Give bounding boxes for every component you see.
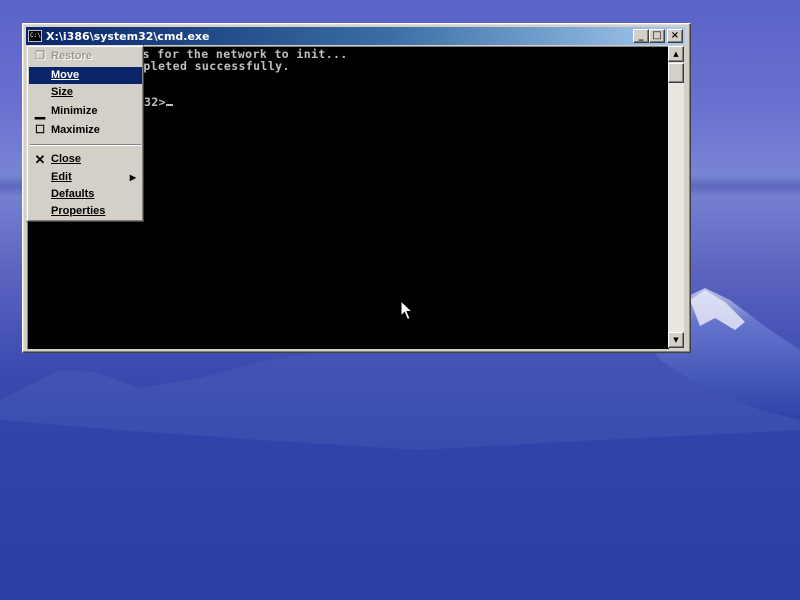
menu-item-restore-label: Restore (51, 50, 92, 62)
window-controls: _ □ × (633, 29, 683, 43)
console-prompt-text: 32> (144, 95, 166, 109)
menu-item-edit-label: Edit (51, 171, 72, 183)
menu-separator (30, 144, 141, 146)
menu-item-size-label: Size (51, 86, 74, 98)
menu-item-move[interactable]: Move (29, 67, 142, 84)
scroll-up-button[interactable]: ▲ (668, 46, 684, 62)
close-icon: ✕ (34, 152, 46, 167)
maximize-button[interactable]: □ (649, 29, 665, 43)
menu-item-maximize[interactable]: ☐ Maximize (29, 122, 142, 139)
vertical-scrollbar[interactable]: ▲ ▼ (668, 46, 684, 348)
console-line-2: mpleted successfully. (136, 59, 290, 73)
menu-item-close-label: Close (51, 153, 81, 165)
scroll-down-button[interactable]: ▼ (668, 332, 684, 348)
mouse-pointer-icon (400, 300, 414, 321)
menu-item-edit[interactable]: Edit ▶ (29, 169, 142, 186)
minimize-button[interactable]: _ (633, 29, 649, 43)
console-prompt: 32> (144, 95, 173, 109)
maximize-icon: ☐ (35, 124, 45, 136)
menu-item-defaults-label: Defaults (51, 188, 95, 200)
menu-item-close[interactable]: ✕ Close (29, 151, 142, 168)
menu-item-minimize-label: Minimize (51, 105, 98, 117)
menu-item-defaults[interactable]: Defaults (29, 186, 142, 203)
text-cursor (165, 104, 173, 106)
menu-item-size[interactable]: Size (29, 84, 142, 101)
system-menu: ❐ Restore Move Size ▁ Minimize ☐ Maximiz… (26, 45, 144, 222)
close-button[interactable]: × (667, 29, 683, 43)
menu-item-properties-label: Properties (51, 205, 106, 217)
submenu-arrow-icon: ▶ (129, 173, 136, 182)
restore-icon: ❐ (35, 50, 45, 62)
scroll-thumb[interactable] (668, 63, 684, 83)
minimize-icon: ▁ (35, 104, 45, 119)
window-titlebar[interactable]: C:\ X:\i386\system32\cmd.exe _ □ × (26, 27, 685, 45)
window-title: X:\i386\system32\cmd.exe (46, 29, 210, 43)
console-app-icon[interactable]: C:\ (28, 30, 42, 42)
menu-item-minimize[interactable]: ▁ Minimize (29, 103, 142, 120)
menu-item-move-label: Move (51, 69, 80, 81)
menu-item-properties[interactable]: Properties (29, 203, 142, 220)
menu-item-restore[interactable]: ❐ Restore (29, 48, 142, 65)
menu-item-maximize-label: Maximize (51, 124, 100, 136)
